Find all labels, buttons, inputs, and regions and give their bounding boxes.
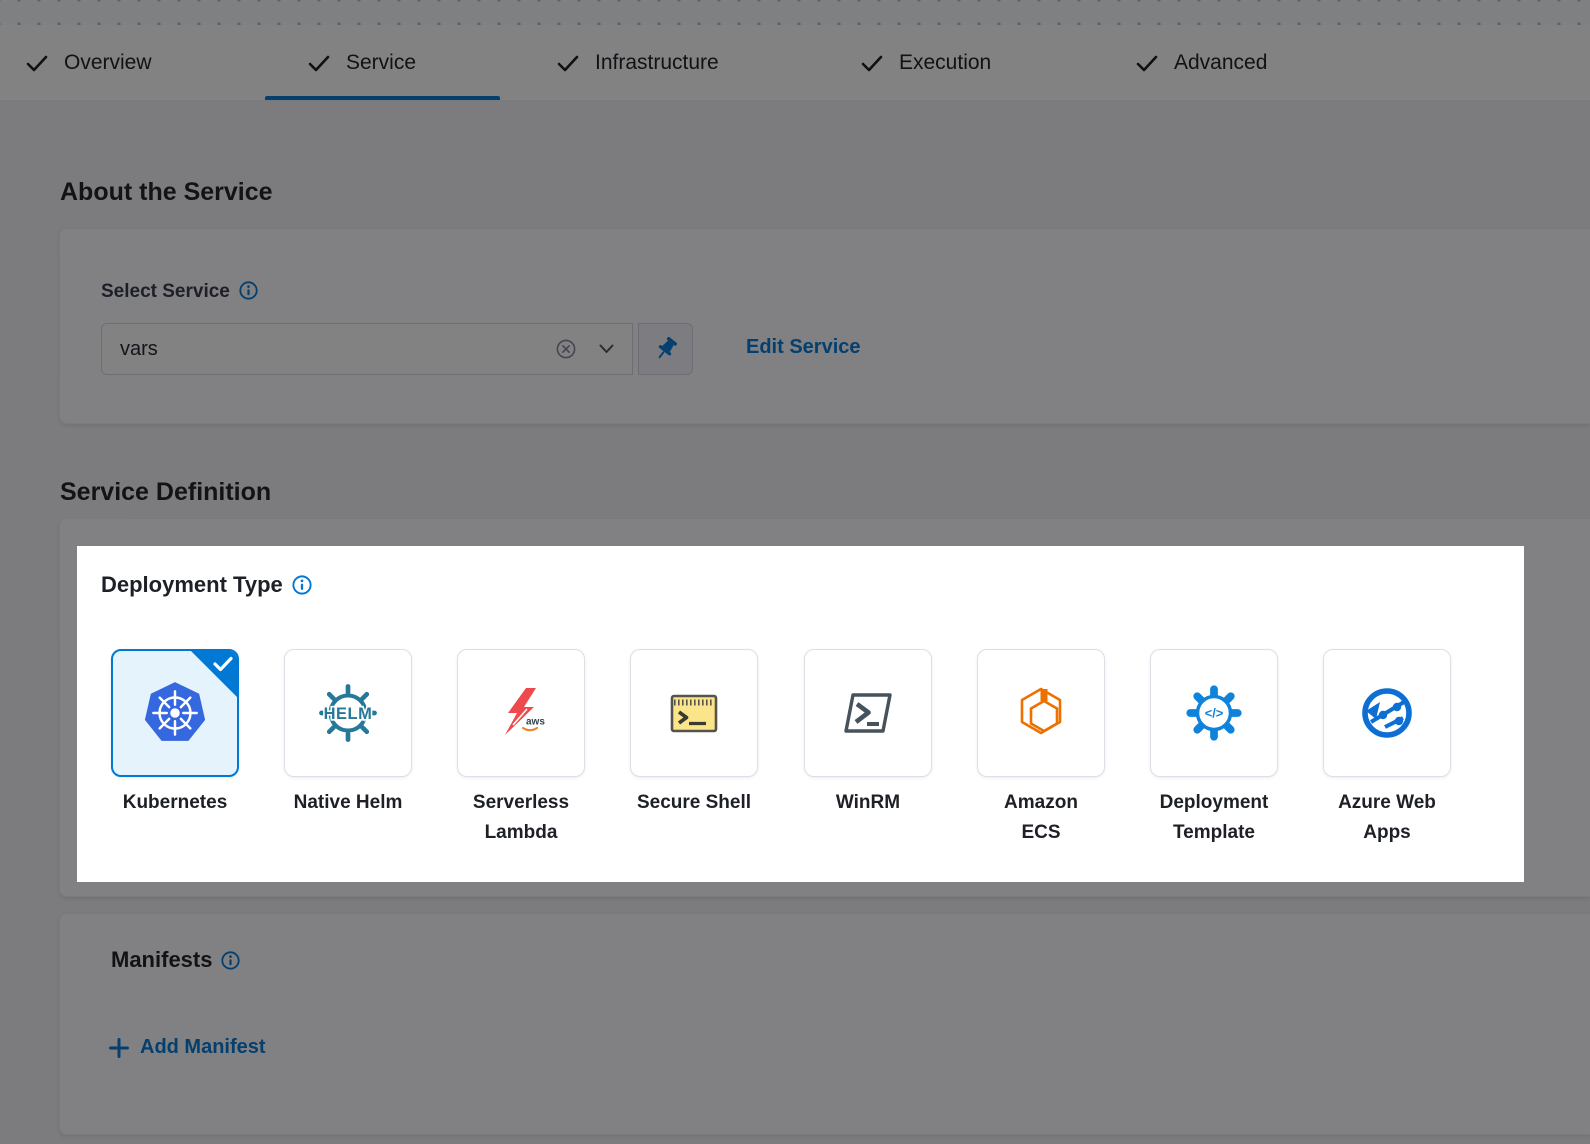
tab-infrastructure[interactable]: Infrastructure bbox=[556, 25, 719, 101]
service-select-input[interactable]: vars bbox=[101, 323, 633, 375]
about-service-card: Select Service vars Edit Service bbox=[59, 228, 1590, 424]
deployment-type-heading: Deployment Type bbox=[101, 572, 312, 601]
deployment-type-label-winrm[interactable]: WinRM bbox=[783, 788, 953, 818]
svg-text:</>: </> bbox=[1205, 706, 1224, 721]
deployment-type-label-serverless-lambda[interactable]: Serverless Lambda bbox=[436, 788, 606, 848]
amazon-ecs-icon bbox=[1009, 681, 1073, 745]
info-icon[interactable] bbox=[239, 281, 258, 306]
svg-text:aws: aws bbox=[526, 717, 545, 728]
deployment-type-serverless-lambda[interactable]: aws bbox=[457, 649, 585, 777]
info-icon[interactable] bbox=[221, 950, 240, 976]
chevron-down-icon[interactable] bbox=[599, 344, 614, 354]
helm-icon: HELM bbox=[314, 679, 382, 747]
circle-x-icon[interactable] bbox=[555, 338, 577, 360]
service-definition-heading: Service Definition bbox=[60, 478, 271, 507]
winrm-icon bbox=[836, 681, 900, 745]
deployment-type-label-amazon-ecs[interactable]: Amazon ECS bbox=[956, 788, 1126, 848]
deployment-type-secure-shell[interactable] bbox=[630, 649, 758, 777]
deployment-type-label-deployment-template[interactable]: Deployment Template bbox=[1129, 788, 1299, 848]
check-icon bbox=[556, 53, 580, 73]
serverless-lambda-icon: aws bbox=[489, 681, 553, 745]
check-icon bbox=[860, 53, 884, 73]
secure-shell-icon bbox=[662, 681, 726, 745]
deployment-type-azure-web-apps[interactable] bbox=[1323, 649, 1451, 777]
tab-execution[interactable]: Execution bbox=[860, 25, 991, 101]
pipeline-canvas-strip bbox=[0, 0, 1590, 25]
active-tab-underline bbox=[265, 96, 500, 100]
stage-tabbar: Overview Service Infrastructure Executio… bbox=[0, 25, 1590, 101]
deployment-type-label-native-helm[interactable]: Native Helm bbox=[263, 788, 433, 818]
tab-advanced[interactable]: Advanced bbox=[1135, 25, 1267, 101]
azure-web-apps-icon bbox=[1355, 681, 1419, 745]
deployment-type-kubernetes[interactable] bbox=[111, 649, 239, 777]
tab-label: Infrastructure bbox=[595, 51, 719, 75]
tab-label: Advanced bbox=[1174, 51, 1267, 75]
deployment-type-label-kubernetes[interactable]: Kubernetes bbox=[90, 788, 260, 818]
pin-button[interactable] bbox=[638, 323, 693, 375]
tab-overview[interactable]: Overview bbox=[25, 25, 152, 101]
deployment-type-heading-text: Deployment Type bbox=[101, 572, 283, 597]
svg-text:HELM: HELM bbox=[324, 705, 373, 723]
deployment-type-native-helm[interactable]: HELM bbox=[284, 649, 412, 777]
deployment-type-amazon-ecs[interactable] bbox=[977, 649, 1105, 777]
deployment-type-label-secure-shell[interactable]: Secure Shell bbox=[609, 788, 779, 818]
check-icon bbox=[213, 656, 233, 672]
check-icon bbox=[1135, 53, 1159, 73]
deployment-type-label-azure-web-apps[interactable]: Azure Web Apps bbox=[1302, 788, 1472, 848]
about-service-heading: About the Service bbox=[60, 178, 273, 207]
edit-service-link[interactable]: Edit Service bbox=[746, 336, 861, 359]
check-icon bbox=[25, 53, 49, 73]
add-manifest-label: Add Manifest bbox=[140, 1036, 266, 1059]
manifests-heading: Manifests bbox=[111, 947, 240, 976]
add-manifest-button[interactable]: Add Manifest bbox=[109, 1036, 266, 1059]
tab-service[interactable]: Service bbox=[307, 25, 416, 101]
select-service-label-text: Select Service bbox=[101, 281, 230, 302]
kubernetes-icon bbox=[142, 680, 208, 746]
check-icon bbox=[307, 53, 331, 73]
select-service-label: Select Service bbox=[101, 281, 258, 306]
deployment-type-spotlight: Deployment Type bbox=[77, 546, 1524, 882]
deployment-type-deployment-template[interactable]: </> bbox=[1150, 649, 1278, 777]
tab-label: Service bbox=[346, 51, 416, 75]
deployment-type-winrm[interactable] bbox=[804, 649, 932, 777]
info-icon[interactable] bbox=[292, 575, 312, 601]
plus-icon bbox=[109, 1038, 129, 1058]
manifests-heading-text: Manifests bbox=[111, 947, 212, 972]
service-select-value: vars bbox=[120, 338, 158, 361]
manifests-card: Manifests Add Manifest bbox=[59, 913, 1590, 1135]
tab-label: Execution bbox=[899, 51, 991, 75]
deployment-template-icon: </> bbox=[1181, 680, 1247, 746]
pin-icon bbox=[650, 333, 682, 365]
tab-label: Overview bbox=[64, 51, 152, 75]
